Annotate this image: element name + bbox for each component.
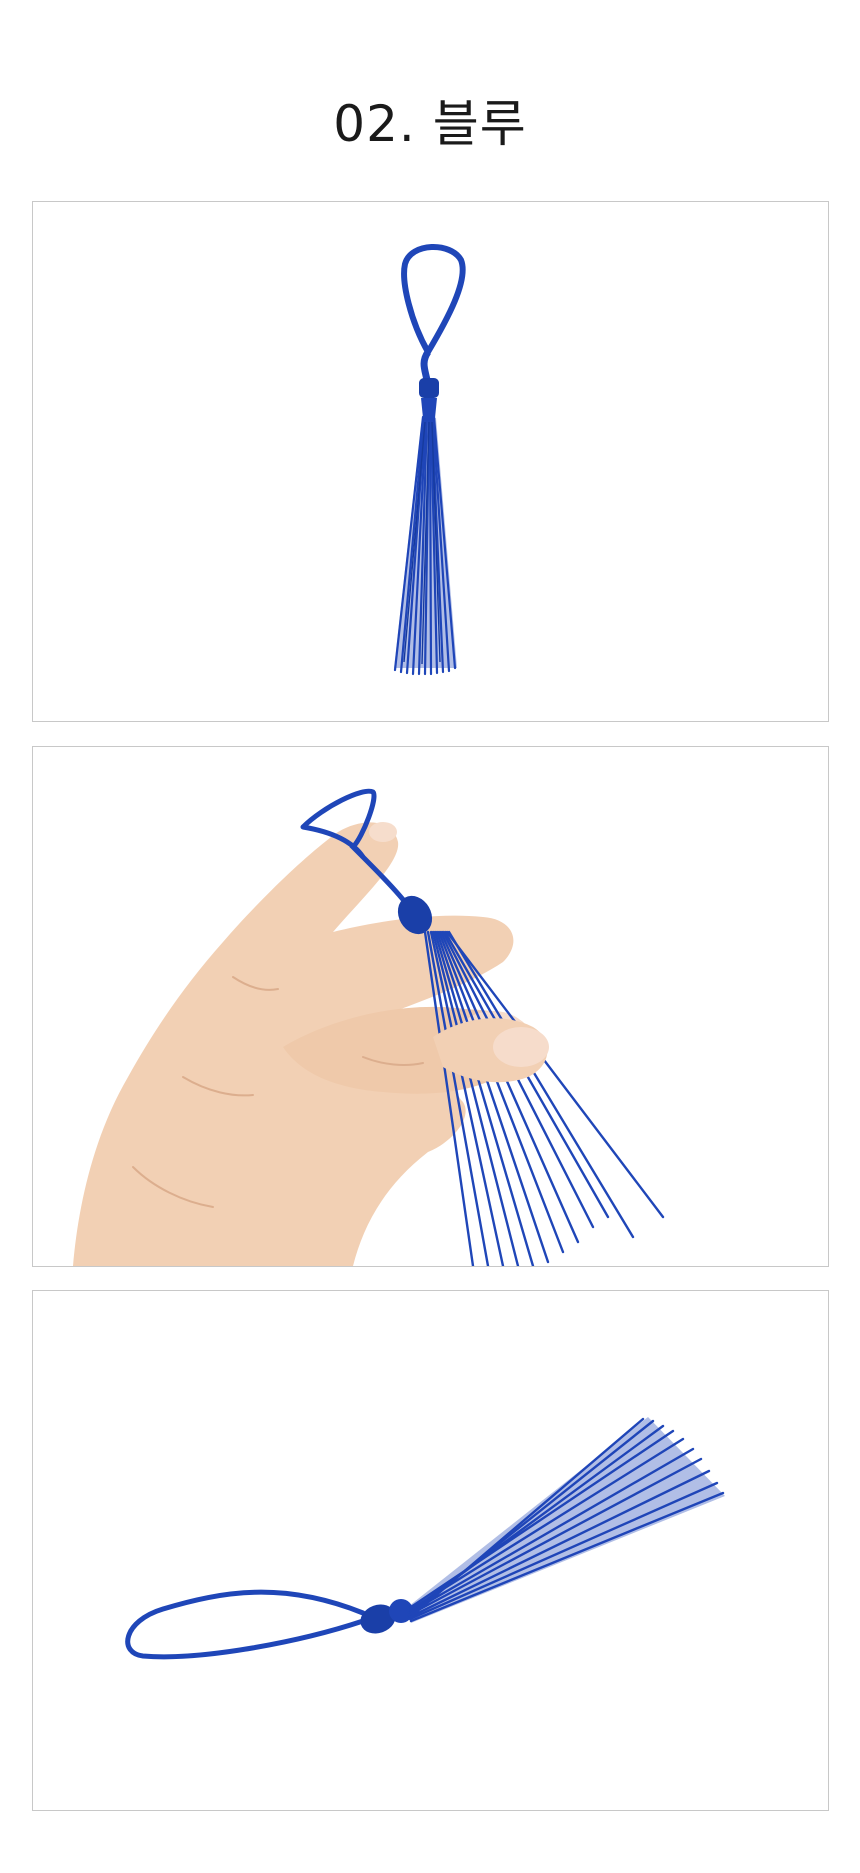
tassel-hanging-photo (393, 244, 466, 676)
photo-frame-hand (32, 746, 829, 1267)
page-title: 02. 블루 (333, 95, 527, 153)
photo-frame-lying (32, 1290, 829, 1811)
hand-holding-tassel-photo (73, 788, 665, 1266)
tassel-lying-photo (125, 1417, 725, 1660)
photo-frame-hanging (32, 201, 829, 722)
